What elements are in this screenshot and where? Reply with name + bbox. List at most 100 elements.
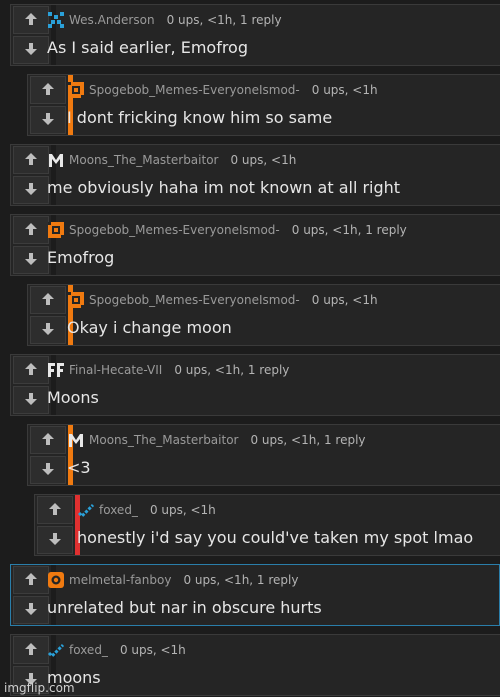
upvote-button[interactable] — [13, 566, 49, 594]
comment: Moons_The_Masterbaitor 0 ups, <1h, 1 repl… — [27, 424, 500, 486]
vote-controls — [11, 145, 51, 205]
comment: Spogebob_Memes-EveryoneIsmod- 0 ups, <1h O… — [27, 284, 500, 346]
pixel-blue-pattern-avatar[interactable] — [47, 11, 65, 29]
comment-text: honestly i'd say you could've taken my s… — [77, 528, 474, 547]
comment-meta: Spogebob_Memes-EveryoneIsmod- 0 ups, <1h — [67, 81, 496, 99]
comment-stats: 0 ups, <1h — [149, 503, 216, 517]
comment-content: foxed_ 0 ups, <1h honestly i'd say you cou… — [77, 495, 496, 555]
upvote-button[interactable] — [30, 426, 66, 454]
orange-square-avatar[interactable] — [67, 291, 85, 309]
comment-author[interactable]: melmetal-fanboy — [69, 573, 171, 587]
comment-meta: foxed_ 0 ups, <1h — [77, 501, 496, 519]
downvote-button[interactable] — [13, 246, 49, 274]
up-arrow-icon — [24, 361, 38, 380]
comment-stats: 0 ups, <1h — [311, 83, 378, 97]
comment-stats: 0 ups, <1h, 1 reply — [250, 433, 366, 447]
orange-square-avatar[interactable] — [67, 81, 85, 99]
upvote-button[interactable] — [13, 356, 49, 384]
comment: foxed_ 0 ups, <1h honestly i'd say you cou… — [34, 494, 500, 556]
comment-content: Spogebob_Memes-EveryoneIsmod- 0 ups, <1h O… — [67, 285, 496, 345]
comment-content: Moons_The_Masterbaitor 0 ups, <1h me obvio… — [47, 145, 496, 205]
vote-controls — [11, 5, 51, 65]
comment-text: me obviously haha im not known at all ri… — [47, 178, 401, 197]
comment-meta: Spogebob_Memes-EveryoneIsmod- 0 ups, <1h,… — [47, 221, 496, 239]
comment-meta: melmetal-fanboy 0 ups, <1h, 1 reply — [47, 571, 495, 589]
up-arrow-icon — [24, 571, 38, 590]
white-ff-avatar[interactable] — [47, 361, 65, 379]
comment-content: Wes.Anderson 0 ups, <1h, 1 reply As I said… — [47, 5, 496, 65]
vote-controls — [35, 495, 75, 555]
up-arrow-icon — [48, 501, 62, 520]
up-arrow-icon — [41, 291, 55, 310]
comment-author[interactable]: Moons_The_Masterbaitor — [69, 153, 218, 167]
comment-meta: Wes.Anderson 0 ups, <1h, 1 reply — [47, 11, 496, 29]
white-m-avatar[interactable] — [67, 431, 85, 449]
orange-ring-avatar[interactable] — [47, 571, 65, 589]
white-m-avatar[interactable] — [47, 151, 65, 169]
comment-author[interactable]: Moons_The_Masterbaitor — [89, 433, 238, 447]
comment-author[interactable]: foxed_ — [69, 643, 108, 657]
upvote-button[interactable] — [37, 496, 73, 524]
comment-author[interactable]: Spogebob_Memes-EveryoneIsmod- — [89, 293, 300, 307]
down-arrow-icon — [24, 181, 38, 200]
comment-author[interactable]: foxed_ — [99, 503, 138, 517]
comment-text: Emofrog — [47, 248, 115, 267]
down-arrow-icon — [24, 41, 38, 60]
imgflip-watermark: imgflip.com — [4, 681, 75, 695]
comment: foxed_ 0 ups, <1h moons — [10, 634, 500, 696]
upvote-button[interactable] — [13, 6, 49, 34]
comment-text: unrelated but nar in obscure hurts — [47, 598, 322, 617]
comment-meta: foxed_ 0 ups, <1h — [47, 641, 496, 659]
up-arrow-icon — [24, 151, 38, 170]
downvote-button[interactable] — [30, 106, 66, 134]
comment-author[interactable]: Spogebob_Memes-EveryoneIsmod- — [69, 223, 280, 237]
comment-text: Okay i change moon — [67, 318, 232, 337]
downvote-button[interactable] — [13, 176, 49, 204]
downvote-button[interactable] — [13, 36, 49, 64]
upvote-button[interactable] — [30, 76, 66, 104]
comment-stats: 0 ups, <1h, 1 reply — [291, 223, 407, 237]
comment-stats: 0 ups, <1h, 1 reply — [183, 573, 299, 587]
comment: Final-Hecate-VII 0 ups, <1h, 1 reply Moons — [10, 354, 500, 416]
comment-text: I dont fricking know him so same — [67, 108, 333, 127]
comment-meta: Spogebob_Memes-EveryoneIsmod- 0 ups, <1h — [67, 291, 496, 309]
down-arrow-icon — [24, 391, 38, 410]
blue-check-avatar[interactable] — [47, 641, 65, 659]
comment-stats: 0 ups, <1h — [311, 293, 378, 307]
upvote-button[interactable] — [30, 286, 66, 314]
vote-controls — [11, 215, 51, 275]
active-indicator — [11, 625, 499, 626]
down-arrow-icon — [41, 111, 55, 130]
comment-stats: 0 ups, <1h — [119, 643, 186, 657]
comment-author[interactable]: Final-Hecate-VII — [69, 363, 162, 377]
upvote-button[interactable] — [13, 216, 49, 244]
up-arrow-icon — [41, 81, 55, 100]
comment-meta: Moons_The_Masterbaitor 0 ups, <1h — [47, 151, 496, 169]
vote-controls — [11, 565, 51, 625]
downvote-button[interactable] — [37, 526, 73, 554]
downvote-button[interactable] — [13, 386, 49, 414]
vote-controls — [28, 425, 68, 485]
downvote-button[interactable] — [13, 596, 49, 624]
up-arrow-icon — [41, 431, 55, 450]
up-arrow-icon — [24, 221, 38, 240]
orange-square-avatar[interactable] — [47, 221, 65, 239]
comment-content: melmetal-fanboy 0 ups, <1h, 1 reply unrela… — [47, 565, 495, 625]
downvote-button[interactable] — [30, 316, 66, 344]
up-arrow-icon — [24, 11, 38, 30]
blue-check-avatar[interactable] — [77, 501, 95, 519]
comment-author[interactable]: Wes.Anderson — [69, 13, 155, 27]
upvote-button[interactable] — [13, 146, 49, 174]
comment-text: Moons — [47, 388, 99, 407]
down-arrow-icon — [48, 531, 62, 550]
comment-text: <3 — [67, 458, 91, 477]
comment-content: Spogebob_Memes-EveryoneIsmod- 0 ups, <1h I… — [67, 75, 496, 135]
comment-author[interactable]: Spogebob_Memes-EveryoneIsmod- — [89, 83, 300, 97]
vote-controls — [28, 285, 68, 345]
upvote-button[interactable] — [13, 636, 49, 664]
comment: Spogebob_Memes-EveryoneIsmod- 0 ups, <1h,… — [10, 214, 500, 276]
comment-text: As I said earlier, Emofrog — [47, 38, 248, 57]
comment-thread: Wes.Anderson 0 ups, <1h, 1 reply As I said… — [0, 0, 500, 697]
downvote-button[interactable] — [30, 456, 66, 484]
vote-controls — [11, 355, 51, 415]
